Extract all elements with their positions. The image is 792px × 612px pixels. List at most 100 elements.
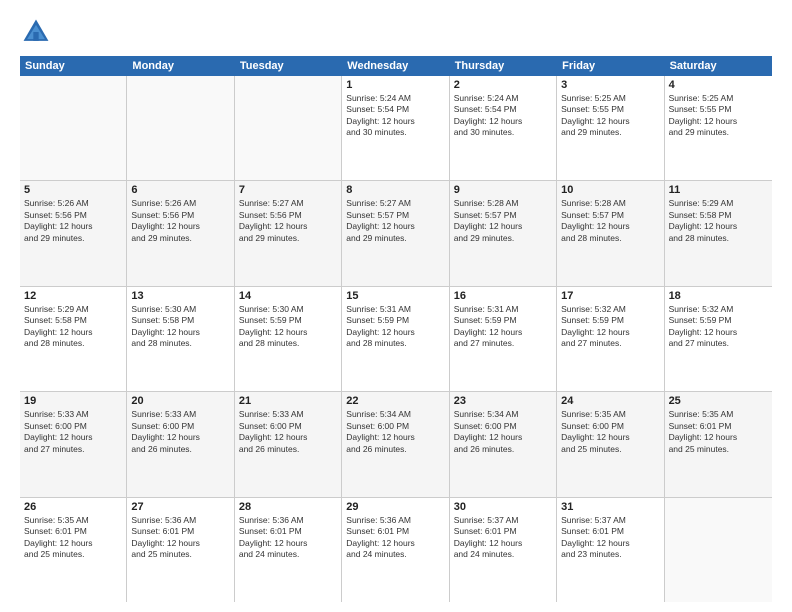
day-number: 23 bbox=[454, 395, 552, 407]
day-number: 9 bbox=[454, 184, 552, 196]
calendar-week-2: 5 Sunrise: 5:26 AM Sunset: 5:56 PM Daylig… bbox=[20, 181, 772, 286]
day-info: Sunrise: 5:32 AM Sunset: 5:59 PM Dayligh… bbox=[561, 304, 659, 350]
day-number: 7 bbox=[239, 184, 337, 196]
calendar-cell: 2Sunrise: 5:24 AM Sunset: 5:54 PM Daylig… bbox=[450, 76, 557, 180]
day-info: Sunrise: 5:33 AM Sunset: 6:00 PM Dayligh… bbox=[239, 409, 337, 455]
day-info: Sunrise: 5:35 AM Sunset: 6:01 PM Dayligh… bbox=[24, 515, 122, 561]
calendar: Sunday Monday Tuesday Wednesday Thursday… bbox=[20, 56, 772, 602]
day-info: Sunrise: 5:36 AM Sunset: 6:01 PM Dayligh… bbox=[131, 515, 229, 561]
day-number: 1 bbox=[346, 79, 444, 91]
day-number: 6 bbox=[131, 184, 229, 196]
day-number: 12 bbox=[24, 290, 122, 302]
calendar-cell bbox=[665, 498, 772, 602]
calendar-cell: 3Sunrise: 5:25 AM Sunset: 5:55 PM Daylig… bbox=[557, 76, 664, 180]
day-info: Sunrise: 5:36 AM Sunset: 6:01 PM Dayligh… bbox=[346, 515, 444, 561]
calendar-week-4: 19 Sunrise: 5:33 AM Sunset: 6:00 PM Dayli… bbox=[20, 392, 772, 497]
logo-icon bbox=[20, 16, 52, 48]
calendar-cell: 23 Sunrise: 5:34 AM Sunset: 6:00 PM Dayli… bbox=[450, 392, 557, 496]
header-thursday: Thursday bbox=[450, 56, 557, 76]
day-number: 18 bbox=[669, 290, 768, 302]
page: Sunday Monday Tuesday Wednesday Thursday… bbox=[0, 0, 792, 612]
day-number: 28 bbox=[239, 501, 337, 513]
calendar-week-5: 26 Sunrise: 5:35 AM Sunset: 6:01 PM Dayli… bbox=[20, 498, 772, 602]
header-saturday: Saturday bbox=[665, 56, 772, 76]
day-number: 29 bbox=[346, 501, 444, 513]
day-number: 8 bbox=[346, 184, 444, 196]
day-number: 19 bbox=[24, 395, 122, 407]
day-number: 4 bbox=[669, 79, 768, 91]
day-info: Sunrise: 5:26 AM Sunset: 5:56 PM Dayligh… bbox=[24, 198, 122, 244]
day-info: Sunrise: 5:25 AM Sunset: 5:55 PM Dayligh… bbox=[561, 93, 659, 139]
day-info: Sunrise: 5:31 AM Sunset: 5:59 PM Dayligh… bbox=[454, 304, 552, 350]
calendar-cell: 16 Sunrise: 5:31 AM Sunset: 5:59 PM Dayli… bbox=[450, 287, 557, 391]
day-info: Sunrise: 5:24 AM Sunset: 5:54 PM Dayligh… bbox=[346, 93, 444, 139]
calendar-cell: 29 Sunrise: 5:36 AM Sunset: 6:01 PM Dayli… bbox=[342, 498, 449, 602]
calendar-cell: 1 Sunrise: 5:24 AM Sunset: 5:54 PM Daylig… bbox=[342, 76, 449, 180]
day-info: Sunrise: 5:31 AM Sunset: 5:59 PM Dayligh… bbox=[346, 304, 444, 350]
calendar-cell: 17 Sunrise: 5:32 AM Sunset: 5:59 PM Dayli… bbox=[557, 287, 664, 391]
calendar-cell: 13 Sunrise: 5:30 AM Sunset: 5:58 PM Dayli… bbox=[127, 287, 234, 391]
day-info: Sunrise: 5:37 AM Sunset: 6:01 PM Dayligh… bbox=[561, 515, 659, 561]
day-info: Sunrise: 5:33 AM Sunset: 6:00 PM Dayligh… bbox=[131, 409, 229, 455]
calendar-cell bbox=[127, 76, 234, 180]
day-number: 27 bbox=[131, 501, 229, 513]
calendar-cell: 10 Sunrise: 5:28 AM Sunset: 5:57 PM Dayli… bbox=[557, 181, 664, 285]
day-number: 11 bbox=[669, 184, 768, 196]
calendar-cell: 26 Sunrise: 5:35 AM Sunset: 6:01 PM Dayli… bbox=[20, 498, 127, 602]
calendar-cell: 27 Sunrise: 5:36 AM Sunset: 6:01 PM Dayli… bbox=[127, 498, 234, 602]
day-info: Sunrise: 5:28 AM Sunset: 5:57 PM Dayligh… bbox=[561, 198, 659, 244]
day-number: 25 bbox=[669, 395, 768, 407]
calendar-cell: 28 Sunrise: 5:36 AM Sunset: 6:01 PM Dayli… bbox=[235, 498, 342, 602]
day-info: Sunrise: 5:29 AM Sunset: 5:58 PM Dayligh… bbox=[669, 198, 768, 244]
day-info: Sunrise: 5:27 AM Sunset: 5:56 PM Dayligh… bbox=[239, 198, 337, 244]
calendar-cell: 31 Sunrise: 5:37 AM Sunset: 6:01 PM Dayli… bbox=[557, 498, 664, 602]
day-info: Sunrise: 5:37 AM Sunset: 6:01 PM Dayligh… bbox=[454, 515, 552, 561]
calendar-cell bbox=[20, 76, 127, 180]
day-info: Sunrise: 5:24 AM Sunset: 5:54 PM Dayligh… bbox=[454, 93, 552, 139]
calendar-cell: 6Sunrise: 5:26 AM Sunset: 5:56 PM Daylig… bbox=[127, 181, 234, 285]
header-sunday: Sunday bbox=[20, 56, 127, 76]
day-number: 26 bbox=[24, 501, 122, 513]
day-number: 30 bbox=[454, 501, 552, 513]
calendar-cell: 25Sunrise: 5:35 AM Sunset: 6:01 PM Dayli… bbox=[665, 392, 772, 496]
calendar-body: 1 Sunrise: 5:24 AM Sunset: 5:54 PM Daylig… bbox=[20, 76, 772, 602]
calendar-cell: 11 Sunrise: 5:29 AM Sunset: 5:58 PM Dayli… bbox=[665, 181, 772, 285]
day-info: Sunrise: 5:30 AM Sunset: 5:58 PM Dayligh… bbox=[131, 304, 229, 350]
calendar-cell: 5 Sunrise: 5:26 AM Sunset: 5:56 PM Daylig… bbox=[20, 181, 127, 285]
day-number: 5 bbox=[24, 184, 122, 196]
day-number: 10 bbox=[561, 184, 659, 196]
day-number: 17 bbox=[561, 290, 659, 302]
day-info: Sunrise: 5:34 AM Sunset: 6:00 PM Dayligh… bbox=[454, 409, 552, 455]
day-info: Sunrise: 5:29 AM Sunset: 5:58 PM Dayligh… bbox=[24, 304, 122, 350]
day-number: 16 bbox=[454, 290, 552, 302]
calendar-cell: 9Sunrise: 5:28 AM Sunset: 5:57 PM Daylig… bbox=[450, 181, 557, 285]
calendar-week-1: 1 Sunrise: 5:24 AM Sunset: 5:54 PM Daylig… bbox=[20, 76, 772, 181]
header-wednesday: Wednesday bbox=[342, 56, 449, 76]
header bbox=[20, 16, 772, 48]
header-monday: Monday bbox=[127, 56, 234, 76]
day-info: Sunrise: 5:35 AM Sunset: 6:00 PM Dayligh… bbox=[561, 409, 659, 455]
day-info: Sunrise: 5:33 AM Sunset: 6:00 PM Dayligh… bbox=[24, 409, 122, 455]
day-info: Sunrise: 5:34 AM Sunset: 6:00 PM Dayligh… bbox=[346, 409, 444, 455]
calendar-cell: 21 Sunrise: 5:33 AM Sunset: 6:00 PM Dayli… bbox=[235, 392, 342, 496]
day-number: 13 bbox=[131, 290, 229, 302]
day-number: 20 bbox=[131, 395, 229, 407]
day-info: Sunrise: 5:30 AM Sunset: 5:59 PM Dayligh… bbox=[239, 304, 337, 350]
calendar-cell: 8Sunrise: 5:27 AM Sunset: 5:57 PM Daylig… bbox=[342, 181, 449, 285]
calendar-cell: 19 Sunrise: 5:33 AM Sunset: 6:00 PM Dayli… bbox=[20, 392, 127, 496]
calendar-cell: 22 Sunrise: 5:34 AM Sunset: 6:00 PM Dayli… bbox=[342, 392, 449, 496]
day-info: Sunrise: 5:25 AM Sunset: 5:55 PM Dayligh… bbox=[669, 93, 768, 139]
calendar-cell: 14 Sunrise: 5:30 AM Sunset: 5:59 PM Dayli… bbox=[235, 287, 342, 391]
calendar-cell: 15Sunrise: 5:31 AM Sunset: 5:59 PM Dayli… bbox=[342, 287, 449, 391]
calendar-cell bbox=[235, 76, 342, 180]
calendar-cell: 12 Sunrise: 5:29 AM Sunset: 5:58 PM Dayli… bbox=[20, 287, 127, 391]
calendar-week-3: 12 Sunrise: 5:29 AM Sunset: 5:58 PM Dayli… bbox=[20, 287, 772, 392]
day-number: 31 bbox=[561, 501, 659, 513]
calendar-header: Sunday Monday Tuesday Wednesday Thursday… bbox=[20, 56, 772, 76]
day-number: 22 bbox=[346, 395, 444, 407]
day-info: Sunrise: 5:36 AM Sunset: 6:01 PM Dayligh… bbox=[239, 515, 337, 561]
day-number: 14 bbox=[239, 290, 337, 302]
day-number: 21 bbox=[239, 395, 337, 407]
header-tuesday: Tuesday bbox=[235, 56, 342, 76]
calendar-cell: 7 Sunrise: 5:27 AM Sunset: 5:56 PM Daylig… bbox=[235, 181, 342, 285]
